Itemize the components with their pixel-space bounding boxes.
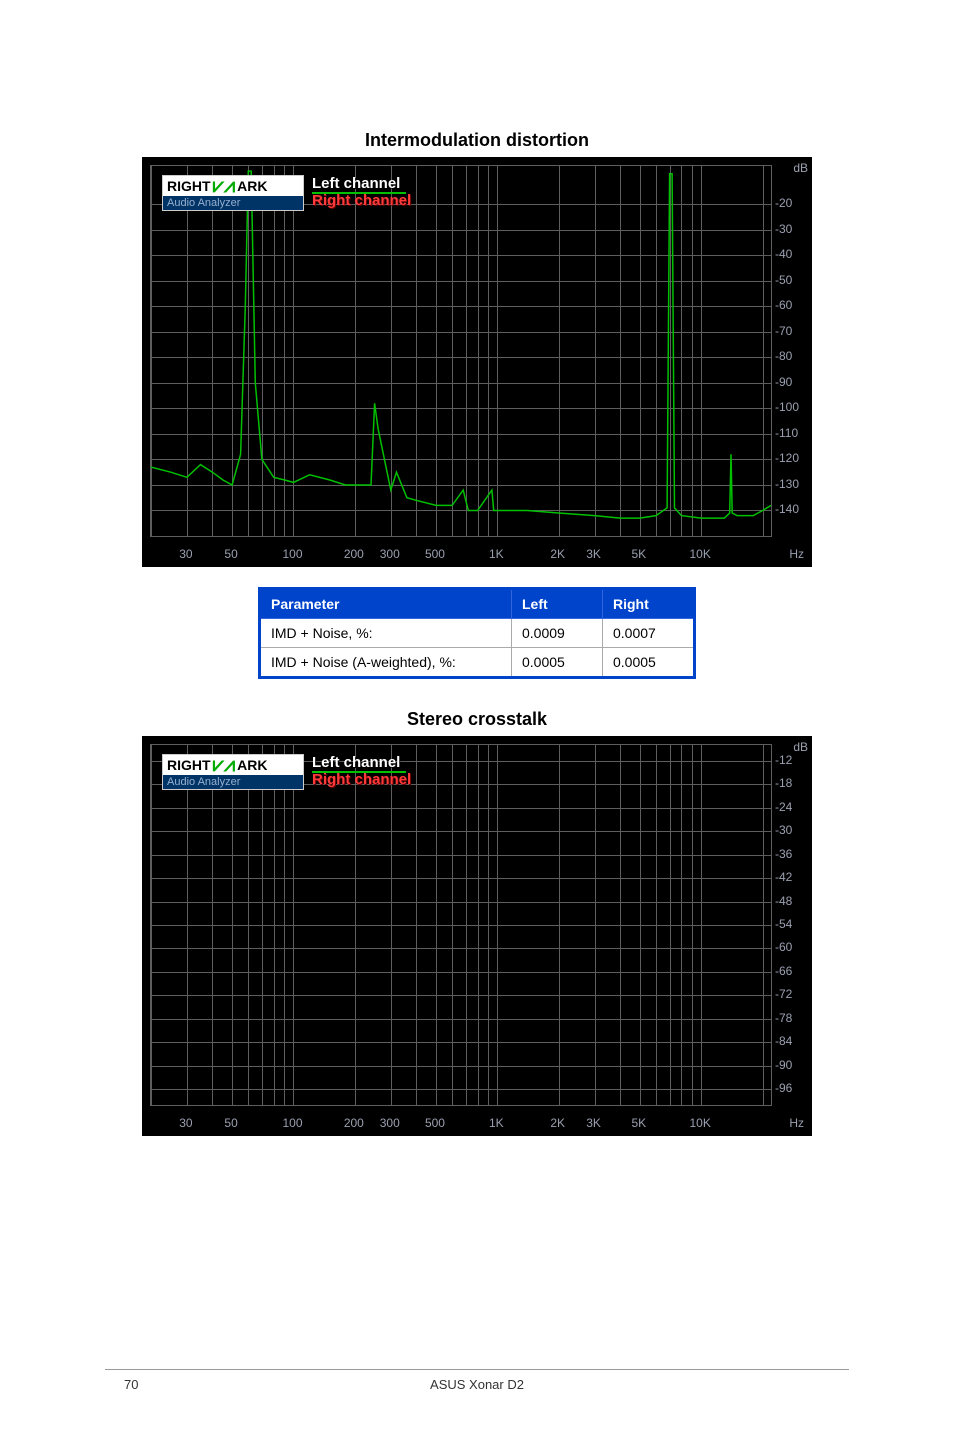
y-tick-label: -24	[775, 800, 809, 814]
th-parameter: Parameter	[260, 589, 512, 619]
legend: Left channel Right channel	[312, 175, 411, 209]
imd-chart: dB Hz RIGHT ⩗⩘ ARK Audio Analyzer Left c…	[142, 157, 812, 567]
x-tick-label: 30	[179, 1116, 192, 1130]
x-tick-label: 200	[344, 547, 364, 561]
y-tick-label: -60	[775, 940, 809, 954]
y-tick-label: -42	[775, 870, 809, 884]
x-tick-label: 500	[425, 1116, 445, 1130]
x-tick-label: 300	[380, 547, 400, 561]
logo-subtitle: Audio Analyzer	[163, 196, 303, 210]
logo-text-a: RIGHT	[167, 757, 211, 773]
logo-mark-icon: ⩗⩘	[213, 758, 236, 772]
y-tick-label: -96	[775, 1081, 809, 1095]
y-tick-label: -30	[775, 823, 809, 837]
x-tick-label: 50	[224, 1116, 237, 1130]
x-tick-label: 500	[425, 547, 445, 561]
table-header-row: Parameter Left Right	[260, 589, 695, 619]
y-tick-label: -66	[775, 964, 809, 978]
logo-text-b: ARK	[237, 178, 267, 194]
y-tick-label: -36	[775, 847, 809, 861]
x-unit: Hz	[789, 547, 804, 561]
x-tick-label: 100	[282, 1116, 302, 1130]
y-tick-label: -100	[775, 400, 809, 414]
table-row: IMD + Noise (A-weighted), %: 0.0005 0.00…	[260, 648, 695, 678]
y-tick-label: -78	[775, 1011, 809, 1025]
x-tick-label: 50	[224, 547, 237, 561]
x-tick-label: 3K	[586, 1116, 601, 1130]
x-tick-label: 10K	[690, 1116, 711, 1130]
section-title-crosstalk: Stereo crosstalk	[0, 709, 954, 730]
legend-right-channel: Right channel	[312, 771, 411, 788]
x-tick-label: 1K	[489, 547, 504, 561]
x-tick-label: 2K	[550, 1116, 565, 1130]
rightmark-logo: RIGHT ⩗⩘ ARK Audio Analyzer	[162, 754, 304, 790]
y-tick-label: -40	[775, 247, 809, 261]
y-tick-label: -140	[775, 502, 809, 516]
logo-text-b: ARK	[237, 757, 267, 773]
footer-product: ASUS Xonar D2	[0, 1377, 954, 1392]
logo-mark-icon: ⩗⩘	[213, 179, 236, 193]
y-tick-label: -20	[775, 196, 809, 210]
x-tick-label: 2K	[550, 547, 565, 561]
y-unit: dB	[793, 161, 808, 175]
legend-right-channel: Right channel	[312, 192, 411, 209]
y-tick-label: -90	[775, 375, 809, 389]
th-right: Right	[603, 589, 695, 619]
y-tick-label: -48	[775, 894, 809, 908]
x-tick-label: 5K	[631, 1116, 646, 1130]
x-tick-label: 10K	[690, 547, 711, 561]
imd-table: Parameter Left Right IMD + Noise, %: 0.0…	[258, 587, 696, 679]
y-tick-label: -12	[775, 753, 809, 767]
x-unit: Hz	[789, 1116, 804, 1130]
x-tick-label: 3K	[586, 547, 601, 561]
y-tick-label: -130	[775, 477, 809, 491]
logo-text-a: RIGHT	[167, 178, 211, 194]
logo-subtitle: Audio Analyzer	[163, 775, 303, 789]
y-tick-label: -110	[775, 426, 809, 440]
y-tick-label: -60	[775, 298, 809, 312]
y-tick-label: -50	[775, 273, 809, 287]
y-tick-label: -18	[775, 776, 809, 790]
y-tick-label: -30	[775, 222, 809, 236]
section-title-imd: Intermodulation distortion	[0, 130, 954, 151]
table-row: IMD + Noise, %: 0.0009 0.0007	[260, 619, 695, 648]
rightmark-logo: RIGHT ⩗⩘ ARK Audio Analyzer	[162, 175, 304, 211]
y-tick-label: -54	[775, 917, 809, 931]
legend-left-channel: Left channel	[312, 175, 406, 194]
y-tick-label: -70	[775, 324, 809, 338]
legend: Left channel Right channel	[312, 754, 411, 788]
x-tick-label: 30	[179, 547, 192, 561]
legend-left-channel: Left channel	[312, 754, 406, 773]
crosstalk-chart: dB Hz RIGHT ⩗⩘ ARK Audio Analyzer Left c…	[142, 736, 812, 1136]
y-tick-label: -80	[775, 349, 809, 363]
y-tick-label: -120	[775, 451, 809, 465]
x-tick-label: 200	[344, 1116, 364, 1130]
footer-rule	[105, 1369, 849, 1370]
x-tick-label: 1K	[489, 1116, 504, 1130]
th-left: Left	[512, 589, 603, 619]
x-tick-label: 100	[282, 547, 302, 561]
x-tick-label: 5K	[631, 547, 646, 561]
y-tick-label: -72	[775, 987, 809, 1001]
y-tick-label: -90	[775, 1058, 809, 1072]
x-tick-label: 300	[380, 1116, 400, 1130]
y-tick-label: -84	[775, 1034, 809, 1048]
